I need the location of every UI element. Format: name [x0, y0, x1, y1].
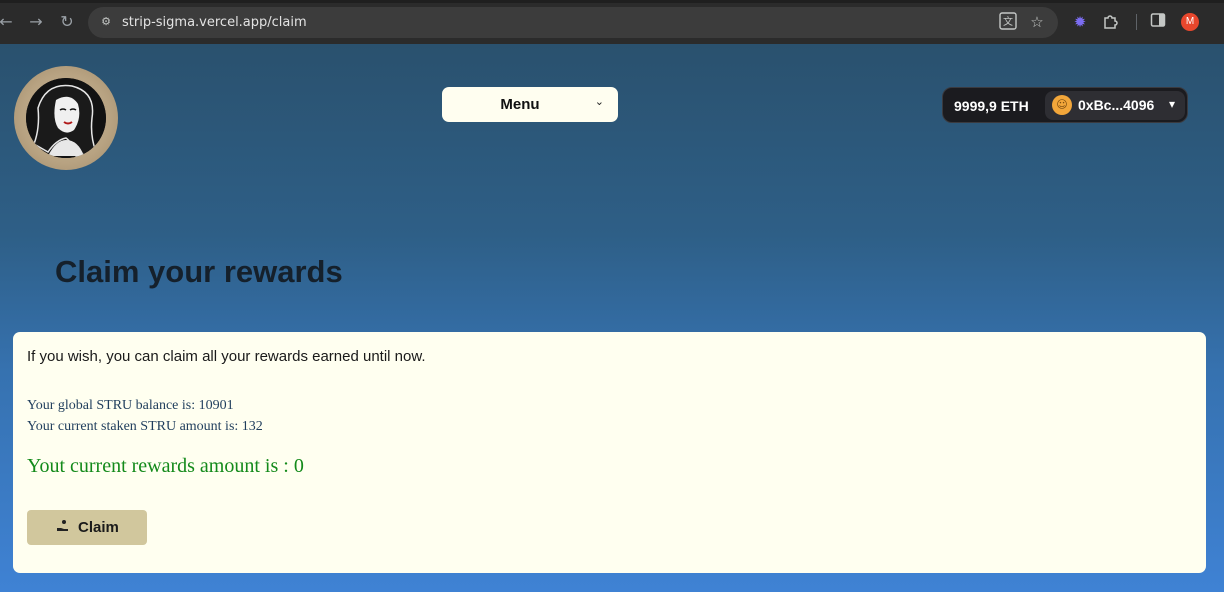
wallet-account-button[interactable]: ☺ 0xBc...4096 ▾ — [1045, 91, 1185, 120]
toolbar-divider — [1136, 14, 1137, 30]
wallet-connect-widget: 9999,9 ETH ☺ 0xBc...4096 ▾ — [942, 87, 1188, 123]
browser-toolbar: ← → ↻ ⚙ strip-sigma.vercel.app/claim 文 ☆… — [0, 0, 1224, 44]
account-avatar-icon: ☺ — [1052, 95, 1072, 115]
profile-avatar[interactable]: M — [1181, 13, 1199, 31]
tab-strip-edge — [0, 0, 1224, 3]
star-icon[interactable]: ☆ — [1027, 12, 1047, 32]
menu-label: Menu — [500, 96, 540, 113]
claim-card: If you wish, you can claim all your rewa… — [13, 332, 1206, 573]
puzzle-icon[interactable] — [1101, 12, 1121, 32]
side-panel-icon[interactable] — [1148, 12, 1168, 32]
chevron-down-icon: ⌄ — [594, 95, 604, 108]
global-balance-text: Your global STRU balance is: 10901 — [27, 398, 234, 413]
extension-gear-icon[interactable]: ✹ — [1070, 12, 1090, 32]
wallet-balance[interactable]: 9999,9 ETH — [954, 98, 1029, 114]
url-text[interactable]: strip-sigma.vercel.app/claim — [122, 15, 307, 30]
claim-intro-text: If you wish, you can claim all your rewa… — [27, 348, 426, 365]
site-settings-icon[interactable]: ⚙ — [98, 14, 114, 30]
forward-icon[interactable]: → — [26, 12, 46, 32]
site-logo[interactable] — [14, 66, 118, 170]
rewards-amount-text: Yout current rewards amount is : 0 — [27, 455, 304, 477]
claim-button-label: Claim — [78, 519, 119, 536]
claim-button[interactable]: Claim — [27, 510, 147, 545]
menu-dropdown-button[interactable]: Menu ⌄ — [442, 87, 618, 122]
hand-coin-icon — [56, 519, 70, 537]
page-title: Claim your rewards — [55, 254, 343, 289]
back-icon[interactable]: ← — [0, 12, 16, 32]
wallet-address: 0xBc...4096 — [1078, 97, 1155, 113]
address-bar[interactable]: ⚙ strip-sigma.vercel.app/claim — [88, 7, 1058, 38]
svg-text:文: 文 — [1003, 15, 1013, 28]
chevron-down-icon: ▾ — [1169, 97, 1176, 111]
staked-amount-text: Your current staken STRU amount is: 132 — [27, 419, 263, 434]
page-content: Menu ⌄ 9999,9 ETH ☺ 0xBc...4096 ▾ Claim … — [0, 44, 1224, 592]
translate-icon[interactable]: 文 — [998, 12, 1018, 32]
reload-icon[interactable]: ↻ — [57, 12, 77, 32]
logo-portrait-image — [26, 78, 106, 158]
